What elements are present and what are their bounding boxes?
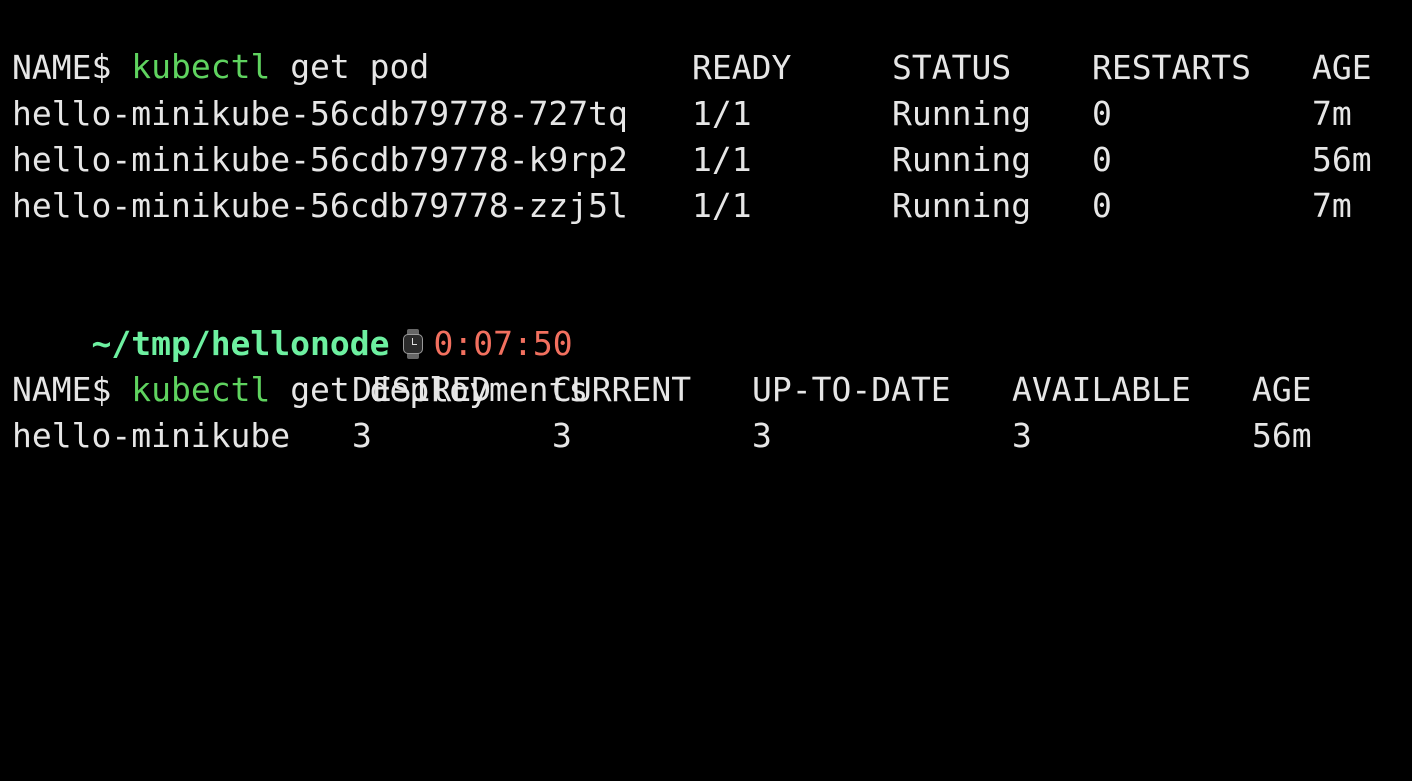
pod-restarts: 0 xyxy=(1092,186,1112,225)
deployment-desired: 3 xyxy=(352,416,372,455)
pods-header-restarts: RESTARTS xyxy=(1092,48,1251,87)
pod-status: Running xyxy=(892,94,1032,133)
pod-status: Running xyxy=(892,140,1032,179)
deployment-current: 3 xyxy=(552,416,572,455)
pods-header-name: NAME xyxy=(12,48,92,87)
table-row: hello-minikube 3 3 3 3 56m xyxy=(12,413,1402,459)
deployments-header-name: NAME xyxy=(12,370,92,409)
command-line-get-deployments: $ kubectl get deployments xyxy=(12,321,588,409)
pod-age: 56m xyxy=(1312,140,1372,179)
pods-table-header: NAME READY STATUS RESTARTS AGE xyxy=(12,45,1402,91)
deployment-name: hello-minikube xyxy=(12,416,291,455)
table-row: hello-minikube-56cdb79778-k9rp2 1/1 Runn… xyxy=(12,137,1402,183)
deployments-header-age: AGE xyxy=(1252,370,1312,409)
table-row: hello-minikube-56cdb79778-zzj5l 1/1 Runn… xyxy=(12,183,1402,229)
deployments-header-current: CURRENT xyxy=(552,370,692,409)
pods-header-ready: READY xyxy=(692,48,792,87)
command-line-get-pod: $ kubectl get pod xyxy=(12,0,429,86)
pod-ready: 1/1 xyxy=(692,140,752,179)
pod-ready: 1/1 xyxy=(692,186,752,225)
deployments-table-header: NAME DESIRED CURRENT UP-TO-DATE AVAILABL… xyxy=(12,367,1402,413)
pod-age: 7m xyxy=(1312,186,1352,225)
pods-header-age: AGE xyxy=(1312,48,1372,87)
pods-header-status: STATUS xyxy=(892,48,1012,87)
deployments-header-available: AVAILABLE xyxy=(1012,370,1191,409)
pod-name: hello-minikube-56cdb79778-k9rp2 xyxy=(12,140,628,179)
deployment-up-to-date: 3 xyxy=(752,416,772,455)
pod-name: hello-minikube-56cdb79778-727tq xyxy=(12,94,628,133)
pod-ready: 1/1 xyxy=(692,94,752,133)
pod-name: hello-minikube-56cdb79778-zzj5l xyxy=(12,186,628,225)
deployments-header-up-to-date: UP-TO-DATE xyxy=(752,370,951,409)
pod-restarts: 0 xyxy=(1092,94,1112,133)
pod-status: Running xyxy=(892,186,1032,225)
deployment-age: 56m xyxy=(1252,416,1312,455)
prompt-status-line: ~/tmp/hellonode 0:07:50 xyxy=(12,275,572,363)
deployment-available: 3 xyxy=(1012,416,1032,455)
table-row: hello-minikube-56cdb79778-727tq 1/1 Runn… xyxy=(12,91,1402,137)
pod-restarts: 0 xyxy=(1092,140,1112,179)
deployments-header-desired: DESIRED xyxy=(352,370,492,409)
pod-age: 7m xyxy=(1312,94,1352,133)
